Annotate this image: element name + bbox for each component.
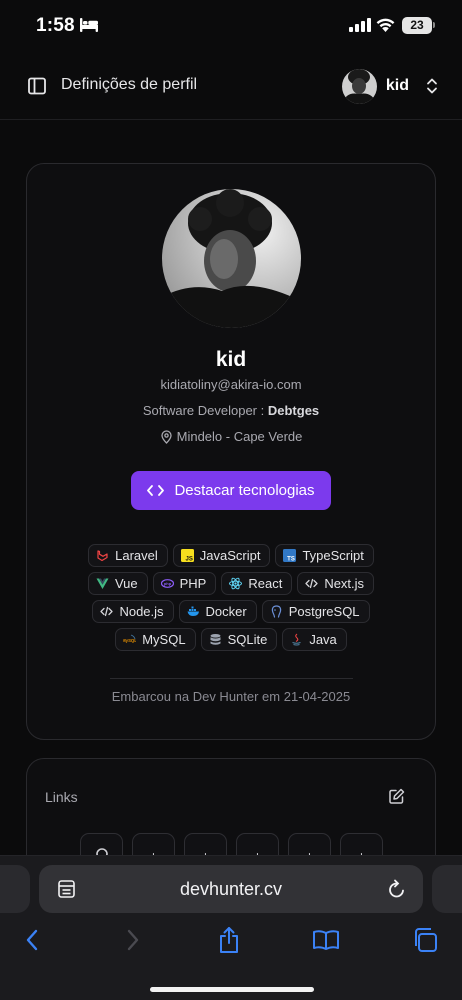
sleep-focus-icon <box>80 18 98 32</box>
tech-tag-label: JavaScript <box>199 548 261 563</box>
tag-row: MySQL MySQL SQLite Java <box>27 628 435 651</box>
role-label: Software Developer : <box>142 403 268 418</box>
url-text: devhunter.cv <box>179 878 283 899</box>
profile-role: Software Developer : Debtges <box>27 403 435 418</box>
tech-tag-javascript: JS JavaScript <box>172 544 271 567</box>
tech-tag-vue: Vue <box>87 572 148 595</box>
mysql-icon: MySQL <box>123 633 136 646</box>
profile-location: Mindelo - Cape Verde <box>27 429 435 444</box>
back-button[interactable] <box>16 924 48 956</box>
chevron-up-down-icon <box>427 78 437 94</box>
edit-icon[interactable] <box>388 788 405 805</box>
tech-tag-label: Vue <box>114 576 138 591</box>
browser-toolbar: devhunter.cv <box>0 855 462 1000</box>
joined-date: Embarcou na Dev Hunter em 21-04-2025 <box>111 689 351 704</box>
home-indicator <box>150 987 314 992</box>
tag-row: Node.js Docker PostgreSQL <box>27 600 435 623</box>
share-icon <box>220 927 238 953</box>
cta-label: Destacar tecnologias <box>174 482 315 499</box>
status-time: 1:58 <box>36 15 75 36</box>
highlight-technologies-button[interactable]: Destacar tecnologias <box>131 471 331 510</box>
tech-tag-label: Node.js <box>119 604 164 619</box>
chevron-left-icon <box>26 929 38 951</box>
tech-tag-label: Laravel <box>115 548 158 563</box>
map-pin-icon <box>160 429 172 444</box>
user-name: kid <box>385 77 409 94</box>
tech-tag-label: Docker <box>205 604 247 619</box>
profile-email: kidiatoliny@akira-io.com <box>160 377 302 392</box>
tech-tag-label: SQLite <box>227 632 268 647</box>
bookmarks-button[interactable] <box>310 924 342 956</box>
location-text: Mindelo - Cape Verde <box>176 429 303 444</box>
tech-tag-php: php PHP <box>152 572 217 595</box>
database-icon <box>209 633 222 646</box>
tech-tag-react: React <box>221 572 293 595</box>
avatar <box>341 68 377 104</box>
book-icon <box>313 930 339 950</box>
tabs-button[interactable] <box>409 924 441 956</box>
previous-tab-preview[interactable] <box>0 865 30 913</box>
chevron-right-icon <box>127 929 139 951</box>
tech-tag-postgresql: PostgreSQL <box>261 600 370 623</box>
tech-tag-label: PostgreSQL <box>288 604 360 619</box>
cellular-signal-icon <box>349 18 371 32</box>
tech-tag-label: Java <box>309 632 337 647</box>
address-bar[interactable]: devhunter.cv <box>39 865 423 913</box>
app-header: Definições de perfil kid <box>0 56 462 120</box>
page-menu-icon[interactable] <box>57 879 76 899</box>
tabs-icon <box>415 928 437 952</box>
svg-text:TS: TS <box>288 557 296 563</box>
profile-card: kid kidiatoliny@akira-io.com Software De… <box>26 163 436 740</box>
page-title: Definições de perfil <box>61 76 198 93</box>
tech-tag-label: Next.js <box>324 576 365 591</box>
tech-tag-mysql: MySQL MySQL <box>115 628 196 651</box>
profile-name: kid <box>215 348 247 371</box>
tech-tag-nextjs: Next.js <box>297 572 375 595</box>
forward-button[interactable] <box>117 924 149 956</box>
user-menu-button[interactable]: kid <box>341 66 440 106</box>
tech-tag-label: PHP <box>179 576 207 591</box>
wifi-icon <box>376 18 395 32</box>
tech-tag-label: React <box>248 576 283 591</box>
status-bar: 1:58 23 <box>0 0 462 52</box>
tag-row: Vue php PHP React Next.js <box>27 572 435 595</box>
profile-avatar <box>162 189 301 328</box>
links-title: Links <box>45 789 78 805</box>
sidebar-toggle-icon[interactable] <box>26 75 48 97</box>
code-icon <box>305 577 318 590</box>
tech-tag-sqlite: SQLite <box>200 628 278 651</box>
svg-text:JS: JS <box>185 557 192 563</box>
divider <box>110 678 353 679</box>
company-name: Debtges <box>267 403 320 418</box>
battery-indicator: 23 <box>402 17 432 34</box>
tag-row: Laravel JS JavaScript TS TypeScript <box>27 544 435 567</box>
reload-icon[interactable] <box>387 878 407 900</box>
tech-tag-label: TypeScript <box>302 548 364 563</box>
tech-tag-typescript: TS TypeScript <box>275 544 374 567</box>
javascript-icon: JS <box>180 549 194 563</box>
tech-tag-java: Java <box>282 628 347 651</box>
svg-text:MySQL: MySQL <box>123 638 136 643</box>
vue-icon <box>96 577 109 590</box>
battery-tip <box>433 22 435 28</box>
tech-tag-laravel: Laravel <box>88 544 168 567</box>
laravel-icon <box>96 549 109 562</box>
code-icon <box>100 605 114 618</box>
tech-tag-label: MySQL <box>142 632 186 647</box>
docker-icon <box>187 605 200 618</box>
java-icon <box>290 633 303 646</box>
next-tab-preview[interactable] <box>432 865 462 913</box>
share-button[interactable] <box>213 924 245 956</box>
postgresql-icon <box>270 605 283 618</box>
react-icon <box>229 577 243 590</box>
tech-tag-nodejs: Node.js <box>92 600 174 623</box>
code-icon <box>147 485 165 496</box>
technology-tags: Laravel JS JavaScript TS TypeScript Vue php PHP… <box>27 544 435 656</box>
typescript-icon: TS <box>283 549 297 563</box>
svg-text:php: php <box>163 581 171 586</box>
tech-tag-docker: Docker <box>178 600 257 623</box>
php-icon: php <box>160 577 174 590</box>
